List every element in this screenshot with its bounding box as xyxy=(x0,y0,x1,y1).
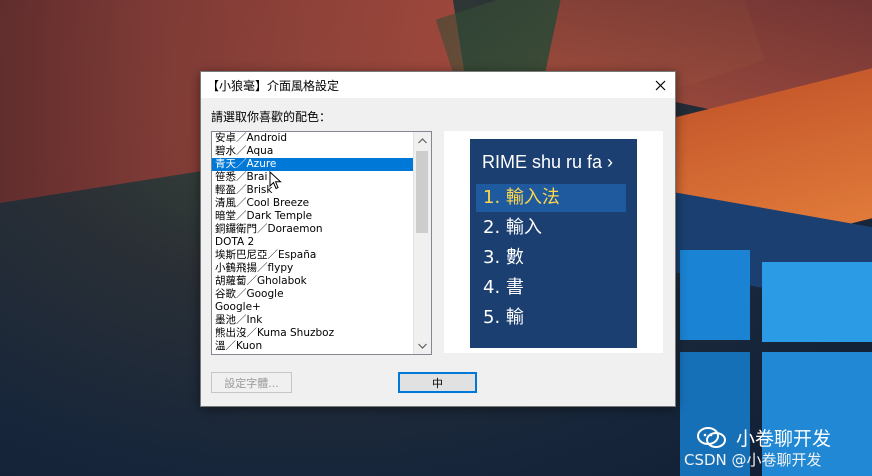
color-scheme-item[interactable]: 青天／Azure xyxy=(212,158,414,171)
scroll-thumb[interactable] xyxy=(416,151,428,233)
windows-logo-pane xyxy=(680,250,750,340)
color-scheme-item[interactable]: 小鶴飛揚／flypy xyxy=(212,262,414,275)
color-scheme-item[interactable]: 碧水／Aqua xyxy=(212,145,414,158)
windows-logo-pane xyxy=(762,262,872,342)
color-scheme-item[interactable]: 墨池／Ink xyxy=(212,314,414,327)
scroll-up-button[interactable] xyxy=(414,132,431,149)
color-scheme-item[interactable]: 溫／Kuon xyxy=(212,340,414,353)
preview-header: RIME shu ru fa › xyxy=(482,152,614,172)
watermark-csdn: CSDN @小卷聊开发 xyxy=(684,451,822,469)
color-scheme-item[interactable]: Google+ xyxy=(212,301,414,314)
color-scheme-item[interactable]: 暗堂／Dark Temple xyxy=(212,210,414,223)
candidate-item: 3. 數 xyxy=(483,247,524,268)
color-scheme-item[interactable]: 清風／Cool Breeze xyxy=(212,197,414,210)
chevron-down-icon xyxy=(418,343,427,349)
chevron-up-icon xyxy=(418,137,427,143)
color-scheme-item[interactable]: 埃斯巴尼亞／España xyxy=(212,249,414,262)
candidate-item: 1. 輸入法 xyxy=(476,184,626,212)
color-scheme-prompt: 請選取你喜歡的配色： xyxy=(211,110,332,124)
color-scheme-items: 安卓／Android 碧水／Aqua 青天／Azure 笹悉／Brai 輕盈／Brisk… xyxy=(212,132,414,353)
wechat-logo-icon xyxy=(697,427,726,448)
list-scrollbar[interactable] xyxy=(413,132,431,354)
dialog-title: 【小狼毫】介面風格設定 xyxy=(207,79,340,93)
close-icon xyxy=(655,80,665,90)
candidate-item: 5. 輸 xyxy=(483,307,524,328)
color-scheme-item[interactable]: 安卓／Android xyxy=(212,132,414,145)
color-scheme-item[interactable]: 熊出沒／Kuma Shuzboz xyxy=(212,327,414,340)
candidate-item: 2. 輸入 xyxy=(483,217,542,238)
style-settings-dialog: 【小狼毫】介面風格設定 請選取你喜歡的配色： 安卓／Android 碧水／Aqua… xyxy=(200,71,676,407)
candidate-item: 4. 書 xyxy=(483,277,524,298)
color-scheme-item[interactable]: 銅鑼衛門／Doraemon xyxy=(212,223,414,236)
color-scheme-item[interactable]: 胡蘿蔔／Gholabok xyxy=(212,275,414,288)
color-scheme-item[interactable]: DOTA 2 xyxy=(212,236,414,249)
ok-button[interactable]: 中 xyxy=(398,372,477,393)
watermark-name: 小卷聊开发 xyxy=(736,428,832,450)
color-scheme-item[interactable]: 輕盈／Brisk xyxy=(212,184,414,197)
close-button[interactable] xyxy=(645,72,675,98)
dialog-titlebar[interactable]: 【小狼毫】介面風格設定 xyxy=(201,72,675,98)
font-settings-button[interactable]: 設定字體... xyxy=(211,372,292,393)
color-scheme-list[interactable]: 安卓／Android 碧水／Aqua 青天／Azure 笹悉／Brai 輕盈／Brisk… xyxy=(211,131,432,355)
mouse-cursor-icon xyxy=(269,171,282,190)
scroll-down-button[interactable] xyxy=(414,337,431,354)
color-scheme-item[interactable]: 谷歌／Google xyxy=(212,288,414,301)
color-scheme-item[interactable]: 笹悉／Brai xyxy=(212,171,414,184)
candidate-preview: RIME shu ru fa › 1. 輸入法 2. 輸入 3. 數 4. 書 5. 輸 xyxy=(470,139,637,348)
